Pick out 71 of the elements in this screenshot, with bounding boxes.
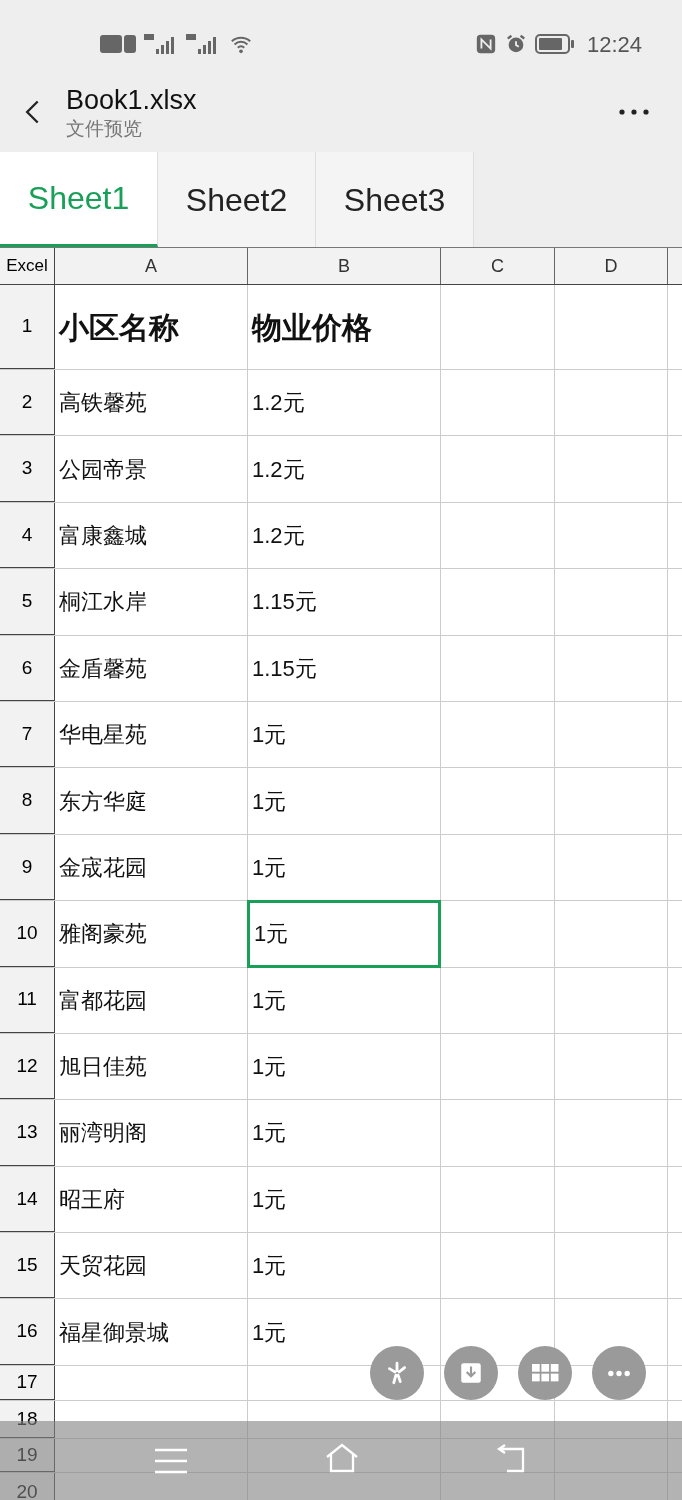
table-cell[interactable]: 1元 (248, 768, 440, 834)
row-header: 16 (0, 1299, 55, 1365)
table-cell[interactable]: 金盾馨苑 (55, 635, 247, 701)
more-icon (619, 109, 649, 115)
column-header: D (555, 248, 668, 284)
table-cell[interactable]: 物业价格 (248, 285, 440, 369)
menu-icon[interactable] (154, 1446, 187, 1475)
table-cell[interactable]: 桐江水岸 (55, 569, 247, 635)
table-cell[interactable]: 雅阁豪苑 (55, 901, 247, 967)
nfc-icon (474, 33, 497, 55)
table-cell[interactable]: 华电星苑 (55, 701, 247, 768)
table-cell[interactable]: 1元 (248, 701, 440, 768)
row-header: 10 (0, 901, 55, 967)
table-cell[interactable]: 天贸花园 (55, 1233, 247, 1299)
row-header: 9 (0, 834, 55, 901)
table-cell[interactable]: 1.2元 (248, 436, 440, 502)
row-header: 6 (0, 635, 55, 701)
column-header: C (441, 248, 555, 284)
table-cell[interactable]: 高铁馨苑 (55, 370, 247, 436)
home-icon[interactable] (325, 1443, 359, 1473)
sheet-tab[interactable]: Sheet3 (316, 152, 474, 247)
file-subtitle: 文件预览 (66, 117, 143, 141)
sheet-tab[interactable]: Sheet2 (158, 152, 316, 247)
table-cell[interactable]: 旭日佳苑 (55, 1033, 247, 1100)
corner-cell: Excel (0, 248, 55, 284)
table-cell[interactable]: 1.15元 (248, 569, 440, 635)
row-header: 13 (0, 1100, 55, 1166)
table-cell[interactable]: 1元 (248, 1233, 440, 1299)
clock-time: 12:24 (586, 30, 642, 59)
table-cell[interactable]: 1元 (248, 834, 440, 901)
row-header: 19 (0, 1438, 55, 1472)
table-cell[interactable]: 东方华庭 (55, 768, 247, 834)
grid-icon (531, 1364, 559, 1382)
table-cell[interactable]: 富康鑫城 (55, 502, 247, 569)
file-title: Book1.xlsx (66, 84, 197, 116)
row-header: 5 (0, 569, 55, 635)
row-header: 3 (0, 436, 55, 502)
table-cell[interactable]: 1元 (248, 1033, 440, 1100)
row-header: 14 (0, 1166, 55, 1233)
table-cell[interactable]: 1.2元 (248, 502, 440, 569)
row-header: 4 (0, 502, 55, 569)
row-header: 7 (0, 701, 55, 768)
row-header: 12 (0, 1033, 55, 1100)
row-header: 18 (0, 1400, 55, 1438)
table-cell[interactable]: 1元 (248, 1100, 440, 1166)
alarm-icon (504, 33, 527, 55)
table-cell[interactable]: 公园帝景 (55, 436, 247, 502)
column-header: A (55, 248, 248, 284)
row-header: 17 (0, 1365, 55, 1400)
table-cell[interactable]: 1元 (248, 967, 440, 1033)
table-cell[interactable]: 1.2元 (248, 370, 440, 436)
row-header: 20 (0, 1472, 55, 1500)
table-cell[interactable]: 1.15元 (248, 635, 440, 701)
table-cell[interactable]: 小区名称 (55, 285, 247, 369)
table-cell[interactable]: 昭王府 (55, 1166, 247, 1233)
battery-icon (534, 33, 575, 55)
row-header: 15 (0, 1233, 55, 1299)
table-cell[interactable]: 1元 (247, 900, 441, 968)
row-header: 1 (0, 285, 55, 369)
table-cell[interactable]: 1元 (248, 1166, 440, 1233)
table-cell[interactable]: 金宬花园 (55, 834, 247, 901)
table-cell[interactable]: 1元 (248, 1299, 440, 1365)
table-cell[interactable]: 福星御景城 (55, 1299, 247, 1365)
column-header: B (248, 248, 441, 284)
table-cell[interactable]: 富都花园 (55, 967, 247, 1033)
download-icon (458, 1360, 484, 1386)
table-cell[interactable]: 丽湾明阁 (55, 1100, 247, 1166)
row-header: 8 (0, 768, 55, 834)
row-header: 2 (0, 370, 55, 436)
more-icon (607, 1369, 631, 1377)
row-header: 11 (0, 967, 55, 1033)
